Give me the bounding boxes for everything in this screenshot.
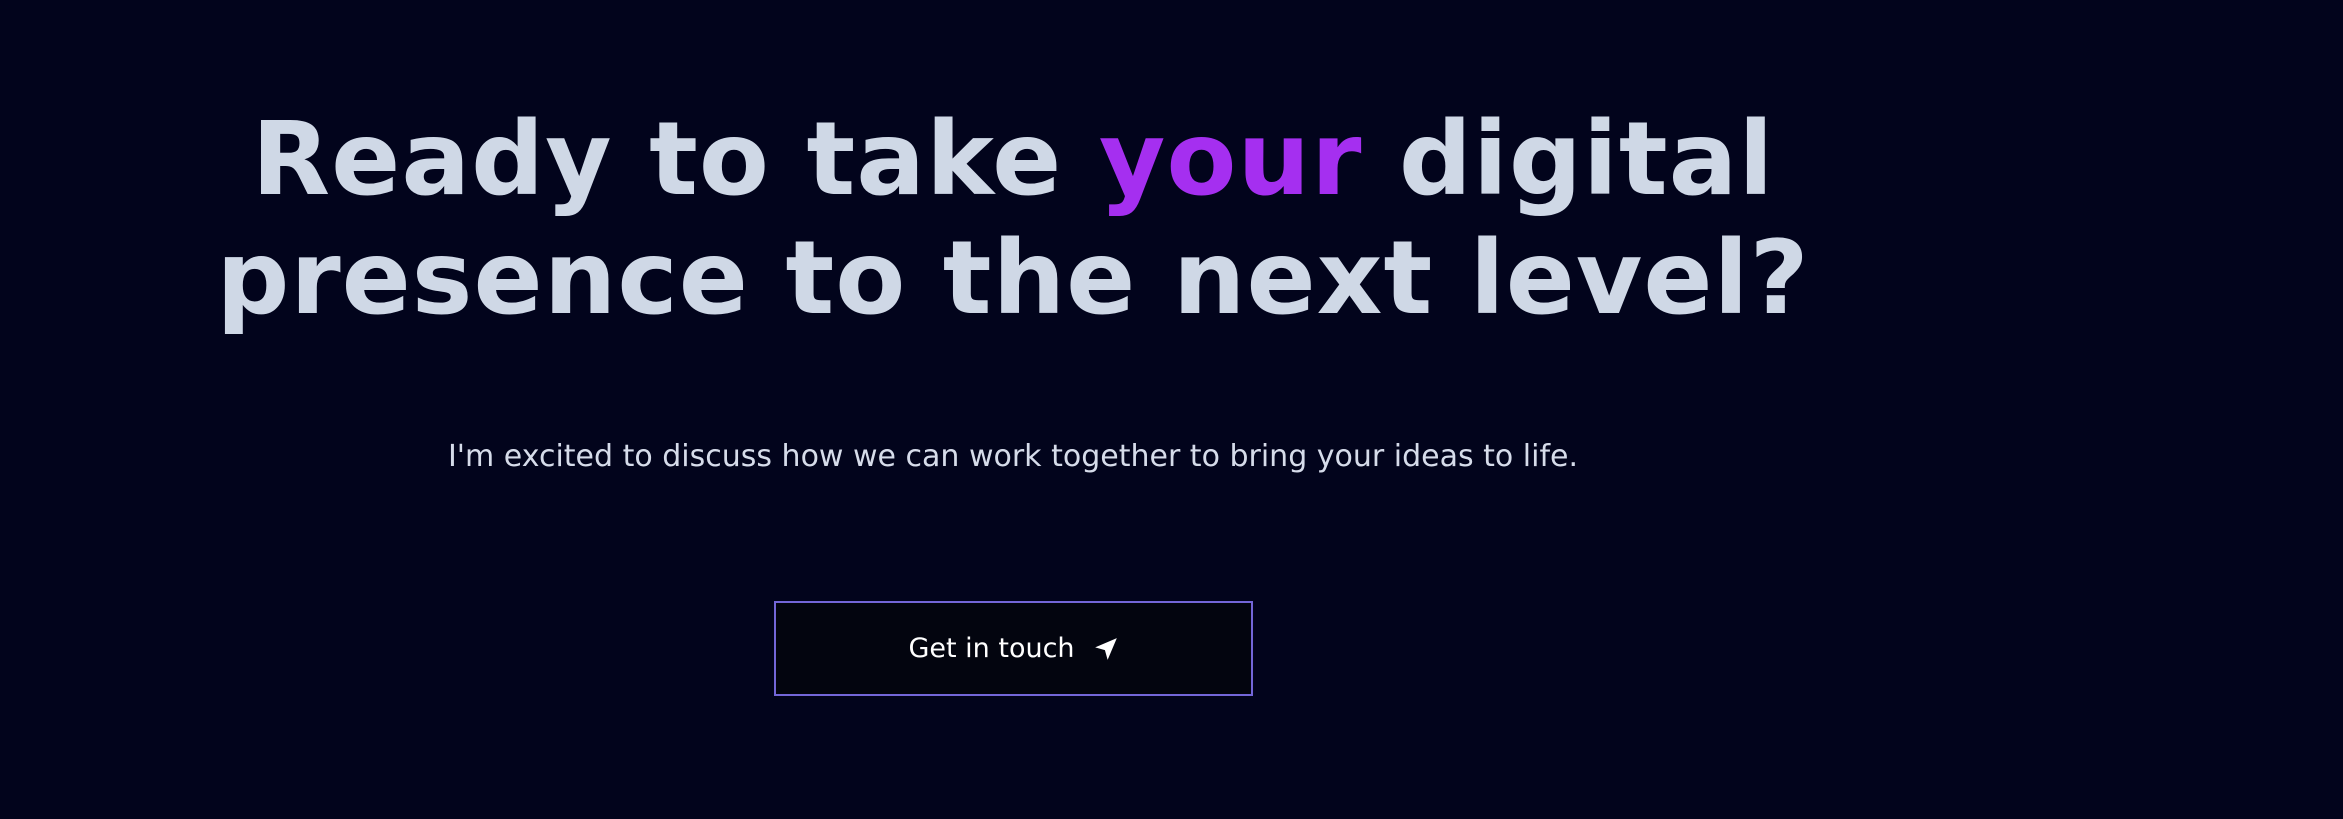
send-arrow-icon (1093, 636, 1119, 662)
headline: Ready to take your digital presence to t… (0, 100, 2026, 338)
subtitle: I'm excited to discuss how we can work t… (447, 439, 1579, 474)
headline-line-1: Ready to take your digital (0, 100, 2026, 219)
get-in-touch-label: Get in touch (908, 633, 1075, 664)
cta-section: Ready to take your digital presence to t… (0, 0, 2343, 819)
get-in-touch-button[interactable]: Get in touch (774, 601, 1253, 696)
headline-line-2: presence to the next level? (216, 219, 1810, 338)
headline-text-end: digital (1362, 100, 1775, 219)
headline-accent-word: your (1098, 100, 1363, 219)
headline-text-start: Ready to take (251, 100, 1099, 219)
